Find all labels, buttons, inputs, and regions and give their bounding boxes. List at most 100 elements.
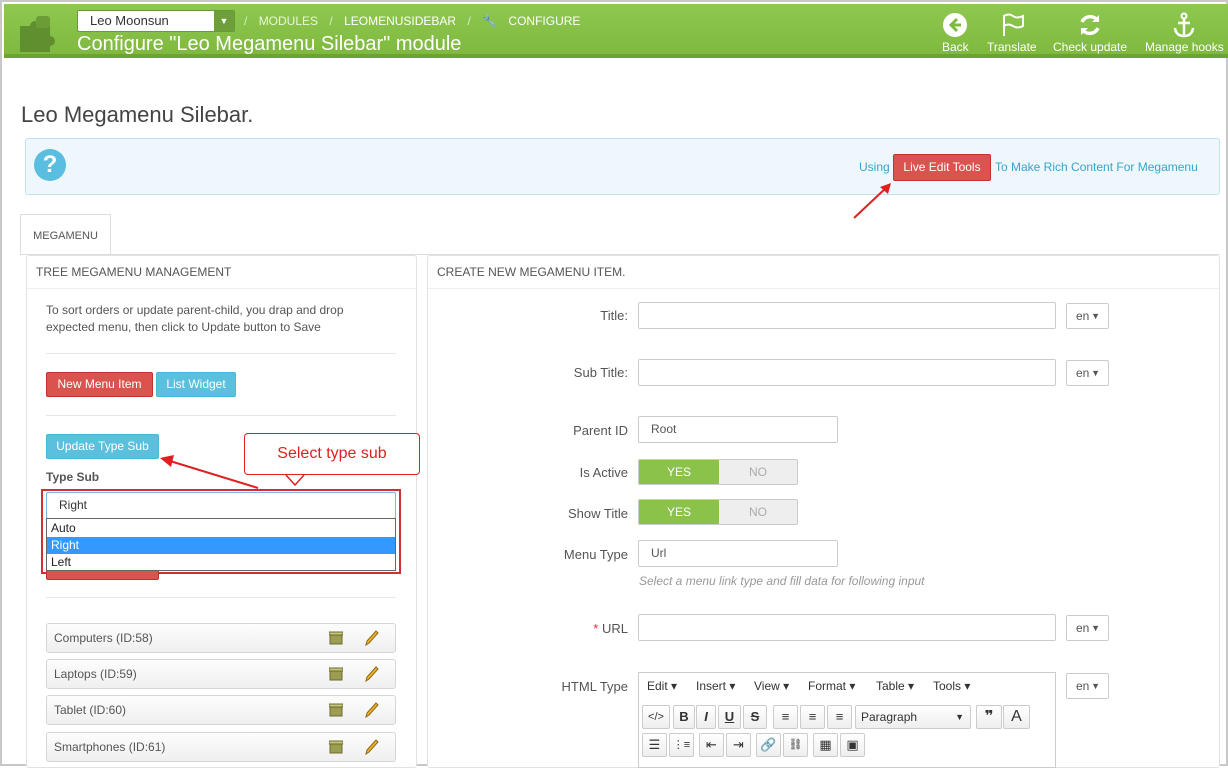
editor-menu-view[interactable]: View ▾ [754, 679, 789, 693]
url-lang-select[interactable]: en ▼ [1066, 615, 1109, 641]
anchor-icon [1174, 12, 1195, 38]
tree-item[interactable]: Tablet (ID:60) [46, 695, 396, 725]
parent-id-select[interactable]: Root [638, 416, 838, 443]
show-title-label: Show Title [568, 506, 628, 521]
editor-menu-edit[interactable]: Edit ▾ [647, 679, 677, 693]
divider [46, 597, 396, 598]
window-frame: Leo Moonsun ▼ / MODULES / LEOMENUSIDEBAR… [0, 0, 1228, 768]
check-update-button[interactable]: Check update [1053, 12, 1127, 54]
annotation-arrow-type-sub [160, 455, 305, 489]
page-heading: Configure "Leo Megamenu Silebar" module [77, 33, 462, 55]
numbered-list-icon[interactable]: ⋮≡ [669, 733, 694, 757]
editor-menu-insert[interactable]: Insert ▾ [696, 679, 735, 693]
live-edit-tools-button[interactable]: Live Edit Tools [893, 154, 991, 181]
new-menu-item-button[interactable]: New Menu Item [46, 372, 153, 397]
italic-icon[interactable]: I [696, 705, 716, 729]
tree-item[interactable]: Laptops (ID:59) [46, 659, 396, 689]
type-sub-label: Type Sub [46, 470, 100, 484]
translate-button[interactable]: Translate [987, 12, 1037, 54]
is-active-yes[interactable]: YES [639, 460, 719, 484]
subtitle-label: Sub Title: [573, 365, 628, 380]
text-color-icon[interactable]: A [1003, 705, 1030, 729]
image-icon[interactable]: ▣ [840, 733, 865, 757]
subtitle-lang-select[interactable]: en ▼ [1066, 360, 1109, 386]
html-lang-select[interactable]: en ▼ [1066, 673, 1109, 699]
editor-menu-format[interactable]: Format ▾ [808, 679, 855, 693]
align-right-icon[interactable]: ≡ [827, 705, 852, 729]
show-title-yes[interactable]: YES [639, 500, 719, 524]
divider [46, 353, 396, 354]
tree-item[interactable]: Computers (ID:58) [46, 623, 396, 653]
caret-down-icon: ▼ [1091, 311, 1100, 321]
editor-menu-tools[interactable]: Tools ▾ [933, 679, 970, 693]
info-using-text: Using [859, 160, 890, 174]
annotation-arrow-live-edit [853, 183, 891, 219]
chevron-down-icon: ▼ [214, 11, 234, 31]
caret-down-icon: ▼ [1091, 623, 1100, 633]
bold-icon[interactable]: B [673, 705, 695, 729]
shop-select[interactable]: Leo Moonsun ▼ [77, 10, 235, 32]
manage-hooks-button[interactable]: Manage hooks [1145, 12, 1224, 54]
tree-panel-title: TREE MEGAMENU MANAGEMENT [27, 256, 416, 289]
top-bar: Leo Moonsun ▼ / MODULES / LEOMENUSIDEBAR… [4, 4, 1228, 58]
html-type-label: HTML Type [561, 679, 628, 694]
tree-item[interactable]: Smartphones (ID:61) [46, 732, 396, 762]
is-active-label: Is Active [579, 465, 628, 480]
back-arrow-icon [943, 13, 968, 37]
type-sub-option-right[interactable]: Right [47, 537, 395, 554]
type-sub-option-left[interactable]: Left [47, 554, 395, 571]
html-editor[interactable]: Edit ▾ Insert ▾ View ▾ Format ▾ Table ▾ … [638, 672, 1056, 768]
paragraph-select[interactable]: Paragraph ▼ [855, 705, 971, 729]
divider [46, 415, 396, 416]
tab-megamenu[interactable]: MEGAMENU [20, 214, 111, 255]
code-icon[interactable]: </> [642, 705, 670, 729]
pencil-icon[interactable] [365, 739, 379, 755]
breadcrumb-module[interactable]: LEOMENUSIDEBAR [344, 14, 456, 28]
widget-icon [329, 667, 343, 681]
type-sub-option-auto[interactable]: Auto [47, 520, 395, 537]
pencil-icon[interactable] [365, 666, 379, 682]
list-widget-button[interactable]: List Widget [156, 372, 236, 397]
title-input[interactable] [638, 302, 1056, 329]
strikethrough-icon[interactable]: S [743, 705, 767, 729]
indent-icon[interactable]: ⇥ [726, 733, 751, 757]
widget-icon [329, 740, 343, 754]
is-active-toggle[interactable]: YES NO [638, 459, 798, 485]
url-label: * URL [593, 621, 628, 636]
caret-down-icon: ▼ [1091, 681, 1100, 691]
puzzle-logo-icon [20, 16, 55, 52]
editor-menu-table[interactable]: Table ▾ [876, 679, 914, 693]
show-title-no[interactable]: NO [719, 500, 797, 524]
breadcrumb-modules[interactable]: MODULES [259, 14, 318, 28]
is-active-no[interactable]: NO [719, 460, 797, 484]
url-input[interactable] [638, 614, 1056, 641]
pencil-icon[interactable] [365, 630, 379, 646]
page-title: Leo Megamenu Silebar. [21, 102, 254, 127]
outdent-icon[interactable]: ⇤ [699, 733, 724, 757]
type-sub-select[interactable]: Right [46, 492, 396, 519]
title-label: Title: [600, 308, 628, 323]
underline-icon[interactable]: U [718, 705, 741, 729]
flag-icon [1002, 13, 1024, 36]
caret-down-icon: ▼ [955, 712, 964, 722]
info-box: ? Using Live Edit Tools To Make Rich Con… [25, 138, 1220, 195]
blockquote-icon[interactable]: ❞ [976, 705, 1002, 729]
widget-icon [329, 703, 343, 717]
update-type-sub-button[interactable]: Update Type Sub [46, 434, 159, 459]
menu-type-label: Menu Type [563, 547, 628, 562]
align-left-icon[interactable]: ≡ [773, 705, 798, 729]
show-title-toggle[interactable]: YES NO [638, 499, 798, 525]
menu-type-hint: Select a menu link type and fill data fo… [639, 574, 925, 588]
link-icon[interactable]: 🔗 [756, 733, 781, 757]
bullet-list-icon[interactable]: ☰ [642, 733, 667, 757]
unlink-icon[interactable]: ⛓ [783, 733, 808, 757]
align-center-icon[interactable]: ≡ [800, 705, 825, 729]
title-lang-select[interactable]: en ▼ [1066, 303, 1109, 329]
pencil-icon[interactable] [365, 702, 379, 718]
subtitle-input[interactable] [638, 359, 1056, 386]
type-sub-dropdown: Auto Right Left [46, 518, 396, 571]
back-button[interactable]: Back [942, 12, 969, 54]
menu-type-select[interactable]: Url [638, 540, 838, 567]
media-icon[interactable]: ▦ [813, 733, 838, 757]
widget-icon [329, 631, 343, 645]
